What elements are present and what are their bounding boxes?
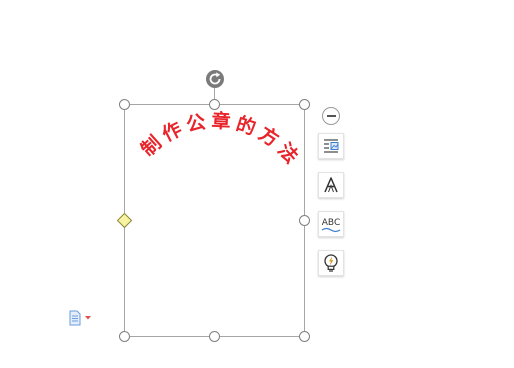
layout-options-button[interactable] — [318, 133, 344, 159]
rotate-icon[interactable] — [206, 70, 224, 88]
minus-circle-icon[interactable] — [322, 107, 340, 125]
resize-handle-top-left[interactable] — [119, 99, 130, 110]
resize-handle-right[interactable] — [299, 215, 310, 226]
text-fill-button[interactable] — [318, 172, 344, 198]
resize-handle-bottom[interactable] — [209, 331, 220, 342]
wordart-char: 公 — [184, 111, 207, 136]
wordart-char: 作 — [158, 117, 185, 146]
wordart-arc-text[interactable]: 制作公章的方法 — [136, 109, 303, 168]
wordart-char: 的 — [233, 112, 258, 140]
resize-handle-bottom-left[interactable] — [119, 331, 130, 342]
wordart-char: 法 — [273, 138, 303, 168]
abc-label: ABC — [322, 218, 340, 228]
paste-document-icon — [69, 310, 81, 326]
resize-handle-top[interactable] — [209, 99, 220, 110]
wordart-char: 方 — [255, 122, 283, 152]
wordart-char: 章 — [211, 109, 231, 133]
wrap-text-icon — [324, 139, 339, 153]
adjust-handle-diamond[interactable] — [116, 212, 133, 229]
abc-wave-icon: ABC — [321, 218, 341, 233]
lightbulb-icon — [324, 254, 338, 272]
smart-tools-button[interactable] — [318, 250, 344, 276]
resize-handle-bottom-right[interactable] — [299, 331, 310, 342]
text-effects-button[interactable]: ABC — [318, 211, 344, 237]
resize-handle-top-right[interactable] — [299, 99, 310, 110]
paste-options-button[interactable] — [68, 309, 96, 327]
letter-a-icon — [324, 177, 338, 193]
dropdown-arrow-icon — [85, 316, 91, 320]
wordart-char: 制 — [136, 131, 166, 161]
